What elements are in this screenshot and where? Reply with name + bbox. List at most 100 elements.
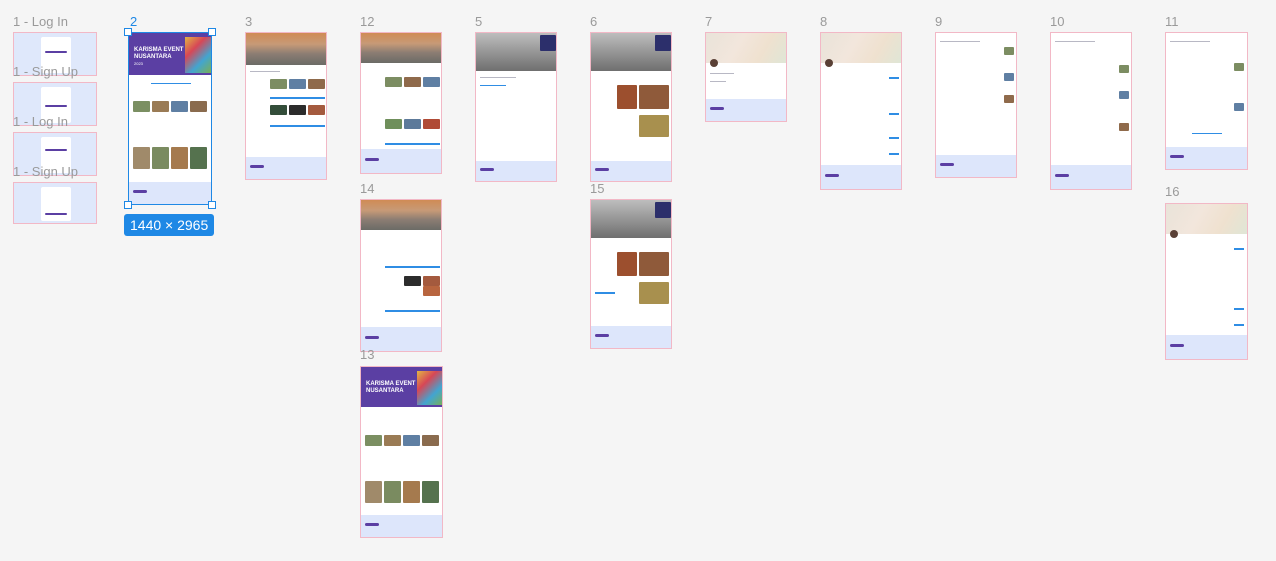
thumb [1004, 73, 1014, 81]
frame-10[interactable] [1050, 32, 1132, 190]
thumb [404, 276, 421, 286]
design-canvas[interactable]: 1 - Log In 1 - Sign Up 1 - Log In 1 - Si… [0, 0, 1276, 561]
profile-banner [821, 33, 901, 63]
frame-label[interactable]: 7 [705, 14, 712, 29]
frame-label[interactable]: 14 [360, 181, 374, 196]
hero-mosaic [417, 371, 442, 405]
thumb [540, 35, 556, 51]
avatar [825, 59, 833, 67]
thumb [423, 276, 440, 286]
frame-label[interactable]: 13 [360, 347, 374, 362]
frame-label[interactable]: 1 - Sign Up [13, 164, 78, 179]
frame-9[interactable] [935, 32, 1017, 178]
frame-label[interactable]: 12 [360, 14, 374, 29]
hero-photo [361, 200, 441, 230]
hero-photo [246, 33, 326, 65]
text-line [1055, 41, 1095, 42]
thumb [655, 35, 671, 51]
blue-button [270, 97, 325, 99]
page-footer [361, 515, 442, 537]
resize-handle[interactable] [124, 28, 132, 36]
signup-button [45, 105, 67, 107]
frame-2-home[interactable]: KARISMA EVENT NUSANTARA 2023 [128, 32, 212, 205]
blue-button [1234, 324, 1244, 326]
frame-12[interactable] [360, 32, 442, 174]
frame-label[interactable]: 9 [935, 14, 942, 29]
frame-label[interactable]: 10 [1050, 14, 1064, 29]
thumb [404, 119, 421, 129]
thumb [289, 79, 306, 89]
thumb [289, 105, 306, 115]
page-footer [821, 165, 901, 189]
thumb [270, 79, 287, 89]
frame-13[interactable]: KARISMA EVENT NUSANTARA [360, 366, 443, 538]
frame-8[interactable] [820, 32, 902, 190]
hero-banner: KARISMA EVENT NUSANTARA 2023 [129, 33, 211, 75]
text-line [480, 77, 516, 78]
resize-handle[interactable] [208, 28, 216, 36]
hero-year: 2023 [134, 61, 143, 66]
frame-label[interactable]: 16 [1165, 184, 1179, 199]
frame-label[interactable]: 8 [820, 14, 827, 29]
thumb [384, 435, 401, 446]
frame-16[interactable] [1165, 203, 1248, 360]
frame-label[interactable]: 11 [1165, 14, 1179, 29]
thumb [655, 202, 671, 218]
blue-button [889, 137, 899, 139]
frame-11[interactable] [1165, 32, 1248, 170]
link-line [1192, 133, 1222, 134]
blue-button [1234, 248, 1244, 250]
frame-label[interactable]: 1 - Sign Up [13, 64, 78, 79]
food-thumb [639, 282, 669, 304]
frame-5[interactable] [475, 32, 557, 182]
event-thumb [152, 147, 169, 169]
blue-button [595, 292, 615, 294]
food-thumb [639, 252, 669, 276]
hero-title: KARISMA EVENT [134, 47, 184, 53]
thumb [1119, 65, 1129, 73]
resize-handle[interactable] [208, 201, 216, 209]
thumb [365, 435, 382, 446]
page-footer [591, 161, 671, 181]
frame-14[interactable] [360, 199, 442, 352]
thumb [423, 77, 440, 87]
frame-15[interactable] [590, 199, 672, 349]
text-line [1170, 41, 1210, 42]
blue-button [889, 153, 899, 155]
text-line [940, 41, 980, 42]
thumb [308, 79, 325, 89]
frame-label[interactable]: 6 [590, 14, 597, 29]
thumb [1234, 63, 1244, 71]
resize-handle[interactable] [124, 201, 132, 209]
hero-subtitle: NUSANTARA [366, 388, 404, 394]
event-thumb [190, 101, 207, 112]
frame-label[interactable]: 3 [245, 14, 252, 29]
frame-label[interactable]: 5 [475, 14, 482, 29]
page-footer [591, 326, 671, 348]
frame-signup-2[interactable] [13, 182, 97, 224]
event-thumb [171, 147, 188, 169]
frame-label[interactable]: 2 [130, 14, 137, 29]
blue-button [1234, 308, 1244, 310]
frame-6[interactable] [590, 32, 672, 182]
food-thumb [617, 85, 637, 109]
blue-button [385, 143, 440, 145]
thumb [365, 481, 382, 503]
page-footer [361, 149, 441, 173]
avatar [1170, 230, 1178, 238]
thumb [385, 77, 402, 87]
frame-label[interactable]: 15 [590, 181, 604, 196]
page-footer [706, 99, 786, 121]
thumb [422, 481, 439, 503]
thumb [423, 119, 440, 129]
frame-label[interactable]: 1 - Log In [13, 114, 68, 129]
event-thumb [133, 147, 150, 169]
event-thumb [152, 101, 169, 112]
frame-3[interactable] [245, 32, 327, 180]
frame-7[interactable] [705, 32, 787, 122]
hero-banner: KARISMA EVENT NUSANTARA [361, 367, 442, 407]
text-line [250, 71, 280, 72]
avatar [710, 59, 718, 67]
frame-label[interactable]: 1 - Log In [13, 14, 68, 29]
text-line [710, 73, 734, 74]
